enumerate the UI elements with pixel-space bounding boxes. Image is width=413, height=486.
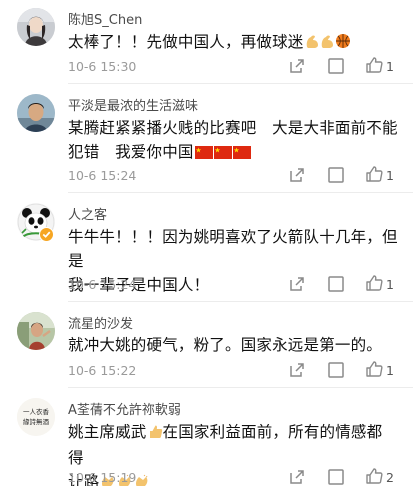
comment-time: 10-6 15:24: [68, 277, 137, 292]
clap-emoji: [134, 472, 150, 486]
comment-text-line-2-text: 犯错 我爱你中国: [68, 143, 194, 161]
thumbs-up-icon[interactable]: [365, 467, 383, 485]
thumbs-up-icon[interactable]: [365, 360, 383, 378]
comment-username[interactable]: 平淡是最浓的生活滋味: [68, 95, 198, 114]
verified-badge-icon: [39, 227, 54, 242]
portrait-man-avatar[interactable]: [17, 94, 55, 132]
comment-icon[interactable]: [327, 166, 345, 184]
comment-icon[interactable]: [327, 275, 345, 293]
comment-list: 陈旭S_Chen 太棒了！！先做中国人，再做球迷 10-6 15:30 1 平淡…: [0, 0, 413, 486]
comment-text: 就冲大姚的硬气，粉了。国家永远是第一的。: [68, 333, 398, 357]
like-count: 1: [386, 59, 394, 74]
calligraphy-avatar[interactable]: 一人衣香 緣詩無酒: [17, 398, 55, 436]
comment-text-line: 就冲大姚的硬气，粉了。国家永远是第一的。: [68, 336, 383, 354]
divider: [68, 192, 413, 193]
comment-username[interactable]: 人之客: [68, 204, 107, 223]
avatar-calligraphy-line-1: 一人衣香: [23, 407, 50, 416]
thumbs-up-emoji: [148, 422, 163, 446]
basketball-emoji: [335, 32, 351, 56]
portrait-girl-avatar[interactable]: [17, 8, 55, 46]
comment-text-line: 牛牛牛！！！因为姚明喜欢了火箭队十几年，但是: [68, 228, 398, 270]
china-flag-emoji: [213, 142, 232, 166]
share-icon[interactable]: [288, 166, 306, 184]
comment-time: 10-6 15:30: [68, 59, 137, 74]
like-count: 2: [386, 470, 394, 485]
comment-username[interactable]: 流星的沙发: [68, 313, 133, 332]
comment-icon[interactable]: [327, 468, 345, 486]
portrait-outdoor-avatar[interactable]: [17, 312, 55, 350]
like-count: 1: [386, 168, 394, 183]
share-icon[interactable]: [288, 275, 306, 293]
like-count: 1: [386, 277, 394, 292]
avatar-calligraphy-line-2: 緣詩無酒: [23, 417, 50, 426]
share-icon[interactable]: [288, 361, 306, 379]
divider: [68, 301, 413, 302]
comment-text-line: 某腾赶紧紧播火贱的比赛吧 大是大非面前不能: [68, 119, 398, 137]
share-icon[interactable]: [288, 57, 306, 75]
comment-text-line-2: 犯错 我爱你中国: [68, 140, 398, 166]
comment-text-line-1a: 姚主席威武: [68, 423, 147, 441]
comment-icon[interactable]: [327, 361, 345, 379]
comment-text: 某腾赶紧紧播火贱的比赛吧 大是大非面前不能 犯错 我爱你中国: [68, 116, 398, 166]
china-flag-emoji: [194, 142, 213, 166]
thumbs-up-icon[interactable]: [365, 165, 383, 183]
comment-time: 10-6 15:24: [68, 168, 137, 183]
comment-text-line: 姚主席威武 在国家利益面前，所有的情感都得: [68, 420, 398, 470]
like-count: 1: [386, 363, 394, 378]
share-icon[interactable]: [288, 468, 306, 486]
comment-username[interactable]: A荃蒨不允許祢軟弱: [68, 399, 181, 418]
china-flag-emoji: [232, 142, 251, 166]
comment-text-line: 太棒了！！先做中国人，再做球迷: [68, 33, 304, 51]
flexed-biceps-emoji: [305, 32, 319, 56]
comment-icon[interactable]: [327, 57, 345, 75]
divider: [68, 83, 413, 84]
thumbs-up-icon[interactable]: [365, 56, 383, 74]
comment-time: 10-6 15:22: [68, 363, 137, 378]
thumbs-up-icon[interactable]: [365, 274, 383, 292]
flexed-biceps-emoji: [320, 32, 334, 56]
comment-text: 太棒了！！先做中国人，再做球迷: [68, 30, 398, 56]
comment-username[interactable]: 陈旭S_Chen: [68, 9, 142, 28]
comment-time: 10-6 15:19: [68, 470, 137, 485]
divider: [68, 387, 413, 388]
